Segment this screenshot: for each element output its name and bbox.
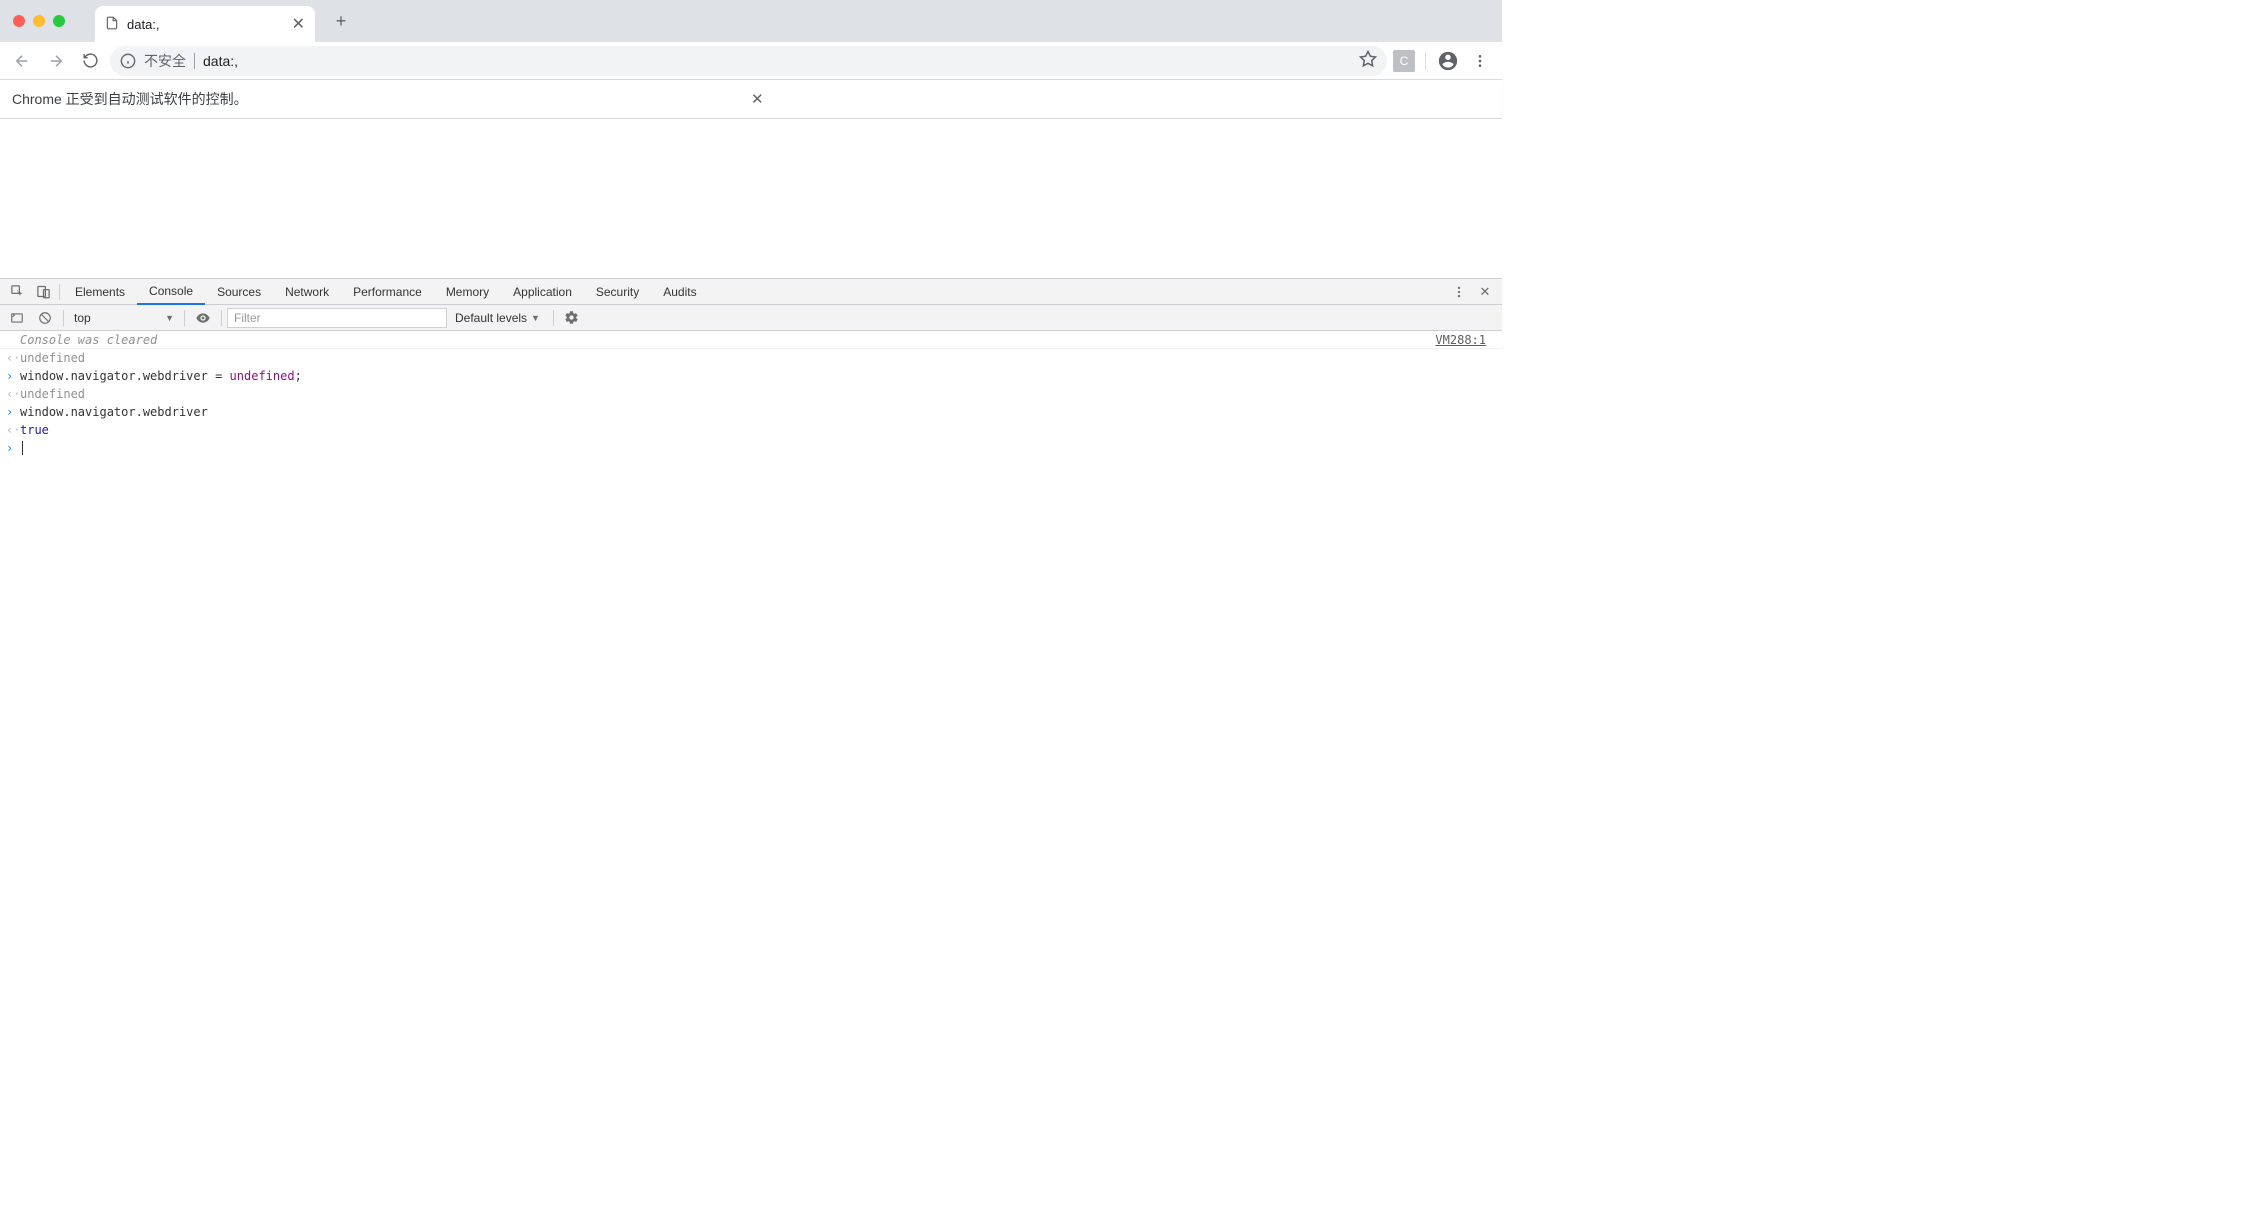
- separator: [221, 310, 222, 326]
- console-return-line: ‹· true: [0, 421, 1502, 439]
- devtools-tabbar: Elements Console Sources Network Perform…: [0, 279, 1502, 305]
- page-content: [0, 119, 1502, 278]
- console-cleared-line: Console was cleared VM288:1: [0, 331, 1502, 349]
- return-mark-icon: ‹·: [6, 349, 20, 367]
- tab-elements[interactable]: Elements: [63, 279, 137, 305]
- console-return-line: ‹· undefined: [0, 385, 1502, 403]
- console-levels-label: Default levels: [455, 311, 527, 325]
- window-controls: [13, 15, 65, 27]
- device-toolbar-icon[interactable]: [30, 279, 56, 305]
- insecure-label: 不安全: [144, 51, 186, 71]
- site-info-icon[interactable]: [120, 53, 136, 69]
- console-control-bar: top ▼ Filter Default levels ▼: [0, 305, 1502, 331]
- console-levels-select[interactable]: Default levels ▼: [449, 311, 546, 325]
- tab-sources[interactable]: Sources: [205, 279, 273, 305]
- tab-application[interactable]: Application: [501, 279, 584, 305]
- devtools-close-icon[interactable]: ✕: [1472, 279, 1498, 305]
- cursor: [22, 441, 23, 455]
- console-return-value: undefined: [20, 349, 1502, 367]
- input-mark-icon: ›: [6, 367, 20, 385]
- console-prompt[interactable]: ›: [0, 439, 1502, 457]
- bookmark-star-icon[interactable]: [1359, 50, 1377, 71]
- console-cleared-text: Console was cleared: [20, 331, 1435, 349]
- window-maximize-button[interactable]: [53, 15, 65, 27]
- console-output: Console was cleared VM288:1 ‹· undefined…: [0, 331, 1502, 457]
- tab-performance[interactable]: Performance: [341, 279, 434, 305]
- url-separator: [194, 53, 195, 69]
- window-minimize-button[interactable]: [33, 15, 45, 27]
- automation-banner: Chrome 正受到自动测试软件的控制。 ✕: [0, 80, 1502, 119]
- devtools-panel: Elements Console Sources Network Perform…: [0, 278, 1502, 457]
- tab-console[interactable]: Console: [137, 279, 205, 305]
- forward-button[interactable]: [42, 47, 70, 75]
- console-return-line: ‹· undefined: [0, 349, 1502, 367]
- back-button[interactable]: [8, 47, 36, 75]
- url-bar[interactable]: 不安全 data:,: [110, 46, 1387, 76]
- new-tab-button[interactable]: +: [327, 7, 355, 35]
- tab-memory[interactable]: Memory: [434, 279, 501, 305]
- tab-close-button[interactable]: ✕: [292, 14, 305, 34]
- tab-strip: data:, ✕ +: [0, 0, 1502, 42]
- toolbar: 不安全 data:, C: [0, 42, 1502, 80]
- automation-banner-close-button[interactable]: ✕: [751, 90, 1490, 108]
- tab-audits[interactable]: Audits: [651, 279, 708, 305]
- prompt-mark-icon: ›: [6, 441, 20, 455]
- browser-tab[interactable]: data:, ✕: [95, 6, 315, 42]
- window-close-button[interactable]: [13, 15, 25, 27]
- reload-button[interactable]: [76, 47, 104, 75]
- separator: [59, 284, 60, 300]
- tab-security[interactable]: Security: [584, 279, 651, 305]
- return-mark-icon: ‹·: [6, 421, 20, 439]
- inspect-element-icon[interactable]: [4, 279, 30, 305]
- console-input-code: window.navigator.webdriver = undefined;: [20, 367, 1502, 385]
- console-sidebar-toggle-icon[interactable]: [4, 305, 30, 331]
- console-input-code: window.navigator.webdriver: [20, 403, 1502, 421]
- chrome-menu-icon[interactable]: [1466, 53, 1494, 69]
- return-mark-icon: ‹·: [6, 385, 20, 403]
- live-expression-icon[interactable]: [190, 305, 216, 331]
- separator: [184, 310, 185, 326]
- console-context-select[interactable]: top ▼: [69, 308, 179, 328]
- console-settings-icon[interactable]: [559, 305, 585, 331]
- toolbar-separator: [1425, 52, 1426, 70]
- clear-console-icon[interactable]: [32, 305, 58, 331]
- console-return-value: undefined: [20, 385, 1502, 403]
- tab-network[interactable]: Network: [273, 279, 341, 305]
- extension-badge[interactable]: C: [1393, 50, 1415, 72]
- chevron-down-icon: ▼: [531, 313, 540, 323]
- separator: [63, 310, 64, 326]
- console-input-line: › window.navigator.webdriver: [0, 403, 1502, 421]
- devtools-menu-icon[interactable]: [1446, 279, 1472, 305]
- console-filter-input[interactable]: Filter: [227, 308, 447, 328]
- file-icon: [105, 16, 119, 33]
- automation-banner-text: Chrome 正受到自动测试软件的控制。: [12, 89, 751, 109]
- separator: [553, 310, 554, 326]
- console-return-value: true: [20, 421, 1502, 439]
- tab-title: data:,: [127, 17, 292, 32]
- chevron-down-icon: ▼: [165, 313, 174, 323]
- console-source-ref[interactable]: VM288:1: [1435, 331, 1502, 349]
- url-text: data:,: [203, 53, 1351, 69]
- console-context-label: top: [74, 311, 91, 325]
- input-mark-icon: ›: [6, 403, 20, 421]
- console-input-line: › window.navigator.webdriver = undefined…: [0, 367, 1502, 385]
- profile-icon[interactable]: [1436, 49, 1460, 73]
